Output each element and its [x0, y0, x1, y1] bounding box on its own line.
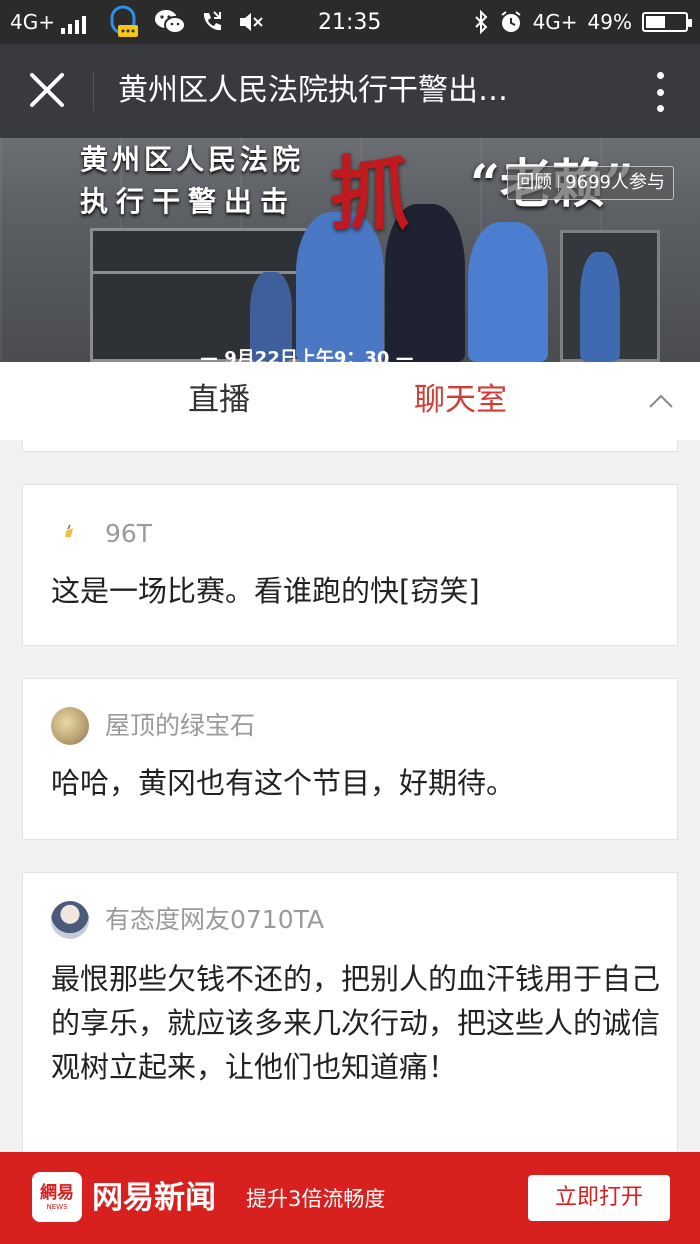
wechat-icon: [155, 10, 186, 34]
comment-text: 哈哈，黄冈也有这个节目，好期待。: [51, 766, 516, 800]
signal-icon: [60, 10, 89, 34]
battery-percent: 49%: [587, 10, 632, 34]
notification-icons: [108, 0, 264, 44]
chat-feed[interactable]: 96T 这是一场比赛。看谁跑的快[窃笑] 屋顶的绿宝石 哈哈，黄冈也有这个节目，…: [0, 440, 700, 1152]
banner-big-character: 抓: [330, 147, 410, 241]
comment-card: 屋顶的绿宝石 哈哈，黄冈也有这个节目，好期待。: [22, 678, 678, 840]
logo-text: 網易: [40, 1183, 74, 1203]
tab-live[interactable]: 直播: [188, 362, 250, 440]
close-icon[interactable]: [20, 66, 74, 116]
comment-username: 有态度网友0710TA: [105, 905, 325, 934]
comment-card: 有态度网友0710TA 最恨那些欠钱不还的，把别人的血汗钱用于自己的享乐，就应该…: [22, 872, 678, 1152]
page-title: 黄州区人民法院执行干警出…: [118, 73, 508, 108]
banner-headline-2: 执行干警出击: [80, 185, 297, 218]
system-indicators: 4G+ 49%: [473, 0, 692, 44]
comment-text: 最恨那些欠钱不还的，把别人的血汗钱用于自己的享乐，就应该多来几次行动，把这些人的…: [51, 962, 661, 1084]
status-bar: 4G+ 21:35 4G+ 49%: [0, 0, 700, 44]
avatar: [51, 901, 89, 939]
mute-icon: [240, 13, 263, 31]
comment-username: 屋顶的绿宝石: [105, 711, 256, 740]
app-download-banner[interactable]: 網易 NEWS 网易新闻 提升3倍流畅度 立即打开: [0, 1152, 700, 1244]
netease-news-logo: 網易 NEWS: [32, 1172, 82, 1222]
network-type-right: 4G+: [532, 10, 578, 34]
banner-date: — 9月22日上午9：30 —: [200, 348, 414, 362]
open-app-button[interactable]: 立即打开: [528, 1175, 670, 1221]
participant-count: 9699人参与: [565, 172, 665, 193]
avatar: [51, 515, 89, 553]
more-menu-icon[interactable]: [650, 72, 670, 112]
previous-comment-card: [22, 440, 678, 452]
tab-bar: 直播 聊天室: [0, 362, 700, 440]
avatar: [51, 707, 89, 745]
title-divider: [93, 71, 94, 111]
network-indicator: 4G+: [10, 0, 89, 44]
clock: 21:35: [318, 9, 382, 35]
comment-card: 96T 这是一场比赛。看谁跑的快[窃笑]: [22, 484, 678, 646]
app-name: 网易新闻: [92, 1180, 216, 1216]
alarm-icon: [500, 11, 521, 32]
chevron-up-icon[interactable]: [648, 392, 674, 410]
review-label: 回顾: [516, 172, 553, 193]
battery-fill: [646, 16, 665, 28]
qq-icon: [110, 5, 138, 37]
bluetooth-icon: [474, 10, 487, 34]
review-badge[interactable]: 回顾 9699人参与: [507, 166, 674, 200]
app-tagline: 提升3倍流畅度: [246, 1187, 386, 1211]
comment-text: 这是一场比赛。看谁跑的快[窃笑]: [51, 574, 480, 608]
title-bar: 黄州区人民法院执行干警出…: [0, 44, 700, 138]
banner-headline-1: 黄州区人民法院: [80, 143, 305, 176]
banner-figure: [580, 252, 620, 362]
logo-subtext: NEWS: [46, 1203, 68, 1211]
live-banner[interactable]: 黄州区人民法院 执行干警出击 抓 “老赖” 回顾9699人参与 — 9月22日上…: [0, 138, 700, 362]
tab-chat-room[interactable]: 聊天室: [414, 362, 507, 440]
battery-icon: [642, 12, 692, 32]
network-type-label: 4G+: [10, 10, 55, 34]
missed-call-icon: [203, 11, 221, 31]
banner-figure: [468, 222, 548, 362]
comment-username: 96T: [105, 519, 153, 548]
